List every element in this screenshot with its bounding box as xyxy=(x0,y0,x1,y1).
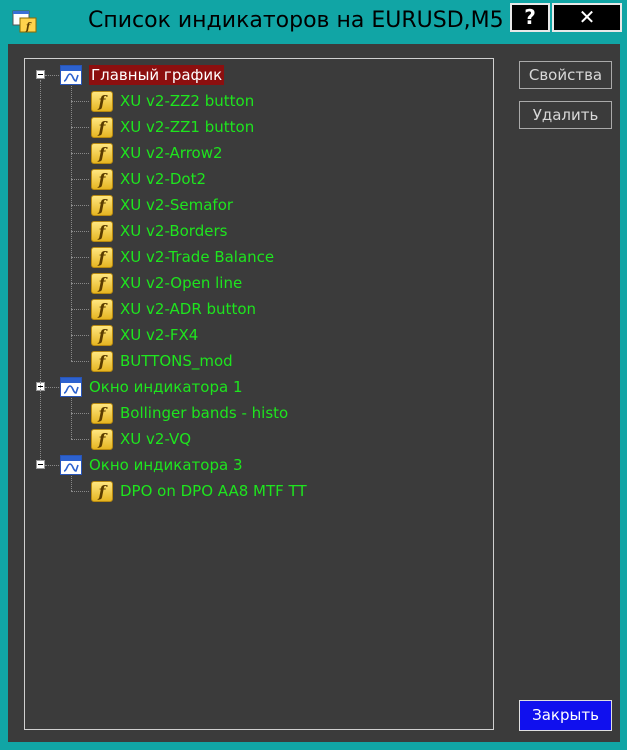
app-icon: f xyxy=(12,10,38,34)
tree-connector xyxy=(71,257,89,258)
tree-connector xyxy=(71,309,89,310)
collapse-toggle[interactable] xyxy=(36,70,45,79)
custom-indicator-icon: f xyxy=(91,325,113,346)
tree-connector xyxy=(45,75,59,76)
tree-connector xyxy=(71,476,72,491)
chart-window-icon xyxy=(60,65,82,85)
indicator-item[interactable]: XU v2-Semafor xyxy=(120,195,233,215)
indicator-item[interactable]: XU v2-Open line xyxy=(120,273,242,293)
tree-group-label[interactable]: Главный график xyxy=(89,65,225,85)
tree-connector xyxy=(71,205,89,206)
custom-indicator-icon: f xyxy=(91,195,113,216)
properties-button[interactable]: Свойства xyxy=(519,61,612,89)
tree-connector xyxy=(71,179,89,180)
tree-connector xyxy=(71,439,89,440)
custom-indicator-icon: f xyxy=(91,247,113,268)
tree-connector xyxy=(71,335,89,336)
tree-connector xyxy=(71,153,89,154)
custom-indicator-icon: f xyxy=(91,221,113,242)
indicator-item[interactable]: XU v2-FX4 xyxy=(120,325,198,345)
delete-button[interactable]: Удалить xyxy=(519,101,612,129)
tree-group-label[interactable]: Окно индикатора 3 xyxy=(89,455,243,475)
tree-connector xyxy=(71,361,89,362)
tree-connector xyxy=(71,86,72,361)
custom-indicator-icon: f xyxy=(91,403,113,424)
chart-window-icon xyxy=(60,377,82,397)
tree-connector xyxy=(71,491,89,492)
custom-indicator-icon: f xyxy=(91,169,113,190)
indicator-item[interactable]: XU v2-Borders xyxy=(120,221,227,241)
indicator-item[interactable]: XU v2-ZZ1 button xyxy=(120,117,254,137)
indicator-item[interactable]: XU v2-ZZ2 button xyxy=(120,91,254,111)
custom-indicator-icon: f xyxy=(91,429,113,450)
close-button[interactable]: Закрыть xyxy=(519,700,612,731)
indicator-item[interactable]: DPO on DPO AA8 MTF TT xyxy=(120,481,307,501)
custom-indicator-icon: f xyxy=(91,351,113,372)
title-bar: f Список индикаторов на EURUSD,M5 ? ✕ xyxy=(0,0,627,44)
indicator-item[interactable]: XU v2-Trade Balance xyxy=(120,247,274,267)
tree-connector xyxy=(71,413,89,414)
indicator-item[interactable]: XU v2-VQ xyxy=(120,429,191,449)
custom-indicator-icon: f xyxy=(91,273,113,294)
custom-indicator-icon: f xyxy=(91,481,113,502)
tree-connector xyxy=(71,101,89,102)
tree-connector xyxy=(45,465,59,466)
help-button[interactable]: ? xyxy=(510,3,550,32)
tree-group-label[interactable]: Окно индикатора 1 xyxy=(89,377,243,397)
custom-indicator-icon: f xyxy=(91,299,113,320)
collapse-toggle[interactable] xyxy=(36,460,45,469)
indicator-item[interactable]: XU v2-Dot2 xyxy=(120,169,206,189)
indicator-item[interactable]: XU v2-ADR button xyxy=(120,299,256,319)
custom-indicator-icon: f xyxy=(91,91,113,112)
chart-window-icon xyxy=(60,455,82,475)
tree-connector xyxy=(45,387,59,388)
tree-connector xyxy=(40,80,41,460)
indicator-item[interactable]: BUTTONS_mod xyxy=(120,351,233,371)
dialog-body: Главный график f XU v2-ZZ2 button f XU v2-ZZ… xyxy=(8,44,620,742)
close-window-button[interactable]: ✕ xyxy=(552,3,622,32)
tree-connector xyxy=(71,231,89,232)
tree-connector xyxy=(71,283,89,284)
indicator-tree[interactable]: Главный график f XU v2-ZZ2 button f XU v2-ZZ… xyxy=(24,58,494,730)
tree-connector xyxy=(71,398,72,439)
tree-connector xyxy=(71,127,89,128)
indicator-item[interactable]: Bollinger bands - histo xyxy=(120,403,288,423)
indicator-item[interactable]: XU v2-Arrow2 xyxy=(120,143,223,163)
custom-indicator-icon: f xyxy=(91,117,113,138)
window-title: Список индикаторов на EURUSD,M5 xyxy=(88,8,504,33)
custom-indicator-icon: f xyxy=(91,143,113,164)
